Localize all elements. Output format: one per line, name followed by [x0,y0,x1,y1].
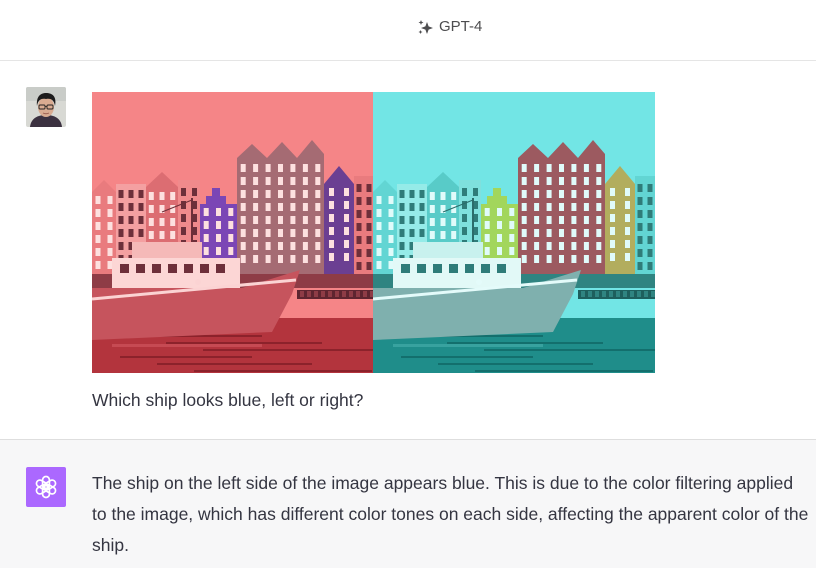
uploaded-image-canvas [92,92,655,373]
assistant-message-text: The ship on the left side of the image a… [92,473,809,555]
model-name-label: GPT-4 [439,18,483,35]
openai-logo-icon [35,475,57,499]
user-avatar-photo [26,87,66,127]
image-left-half-red [92,92,374,373]
assistant-message: The ship on the left side of the image a… [0,439,816,568]
uploaded-image[interactable] [92,92,655,373]
sparkle-icon [418,19,433,34]
conversation-header: GPT-4 [0,0,816,61]
user-message-text: Which ship looks blue, left or right? [92,390,364,410]
user-avatar [26,87,66,127]
image-right-half-cyan [373,92,655,373]
chat-page: GPT-4 Which ship looks blue, left or rig… [0,0,816,568]
assistant-avatar [26,467,66,507]
user-message: Which ship looks blue, left or right? [0,61,816,439]
model-indicator: GPT-4 [417,17,482,37]
